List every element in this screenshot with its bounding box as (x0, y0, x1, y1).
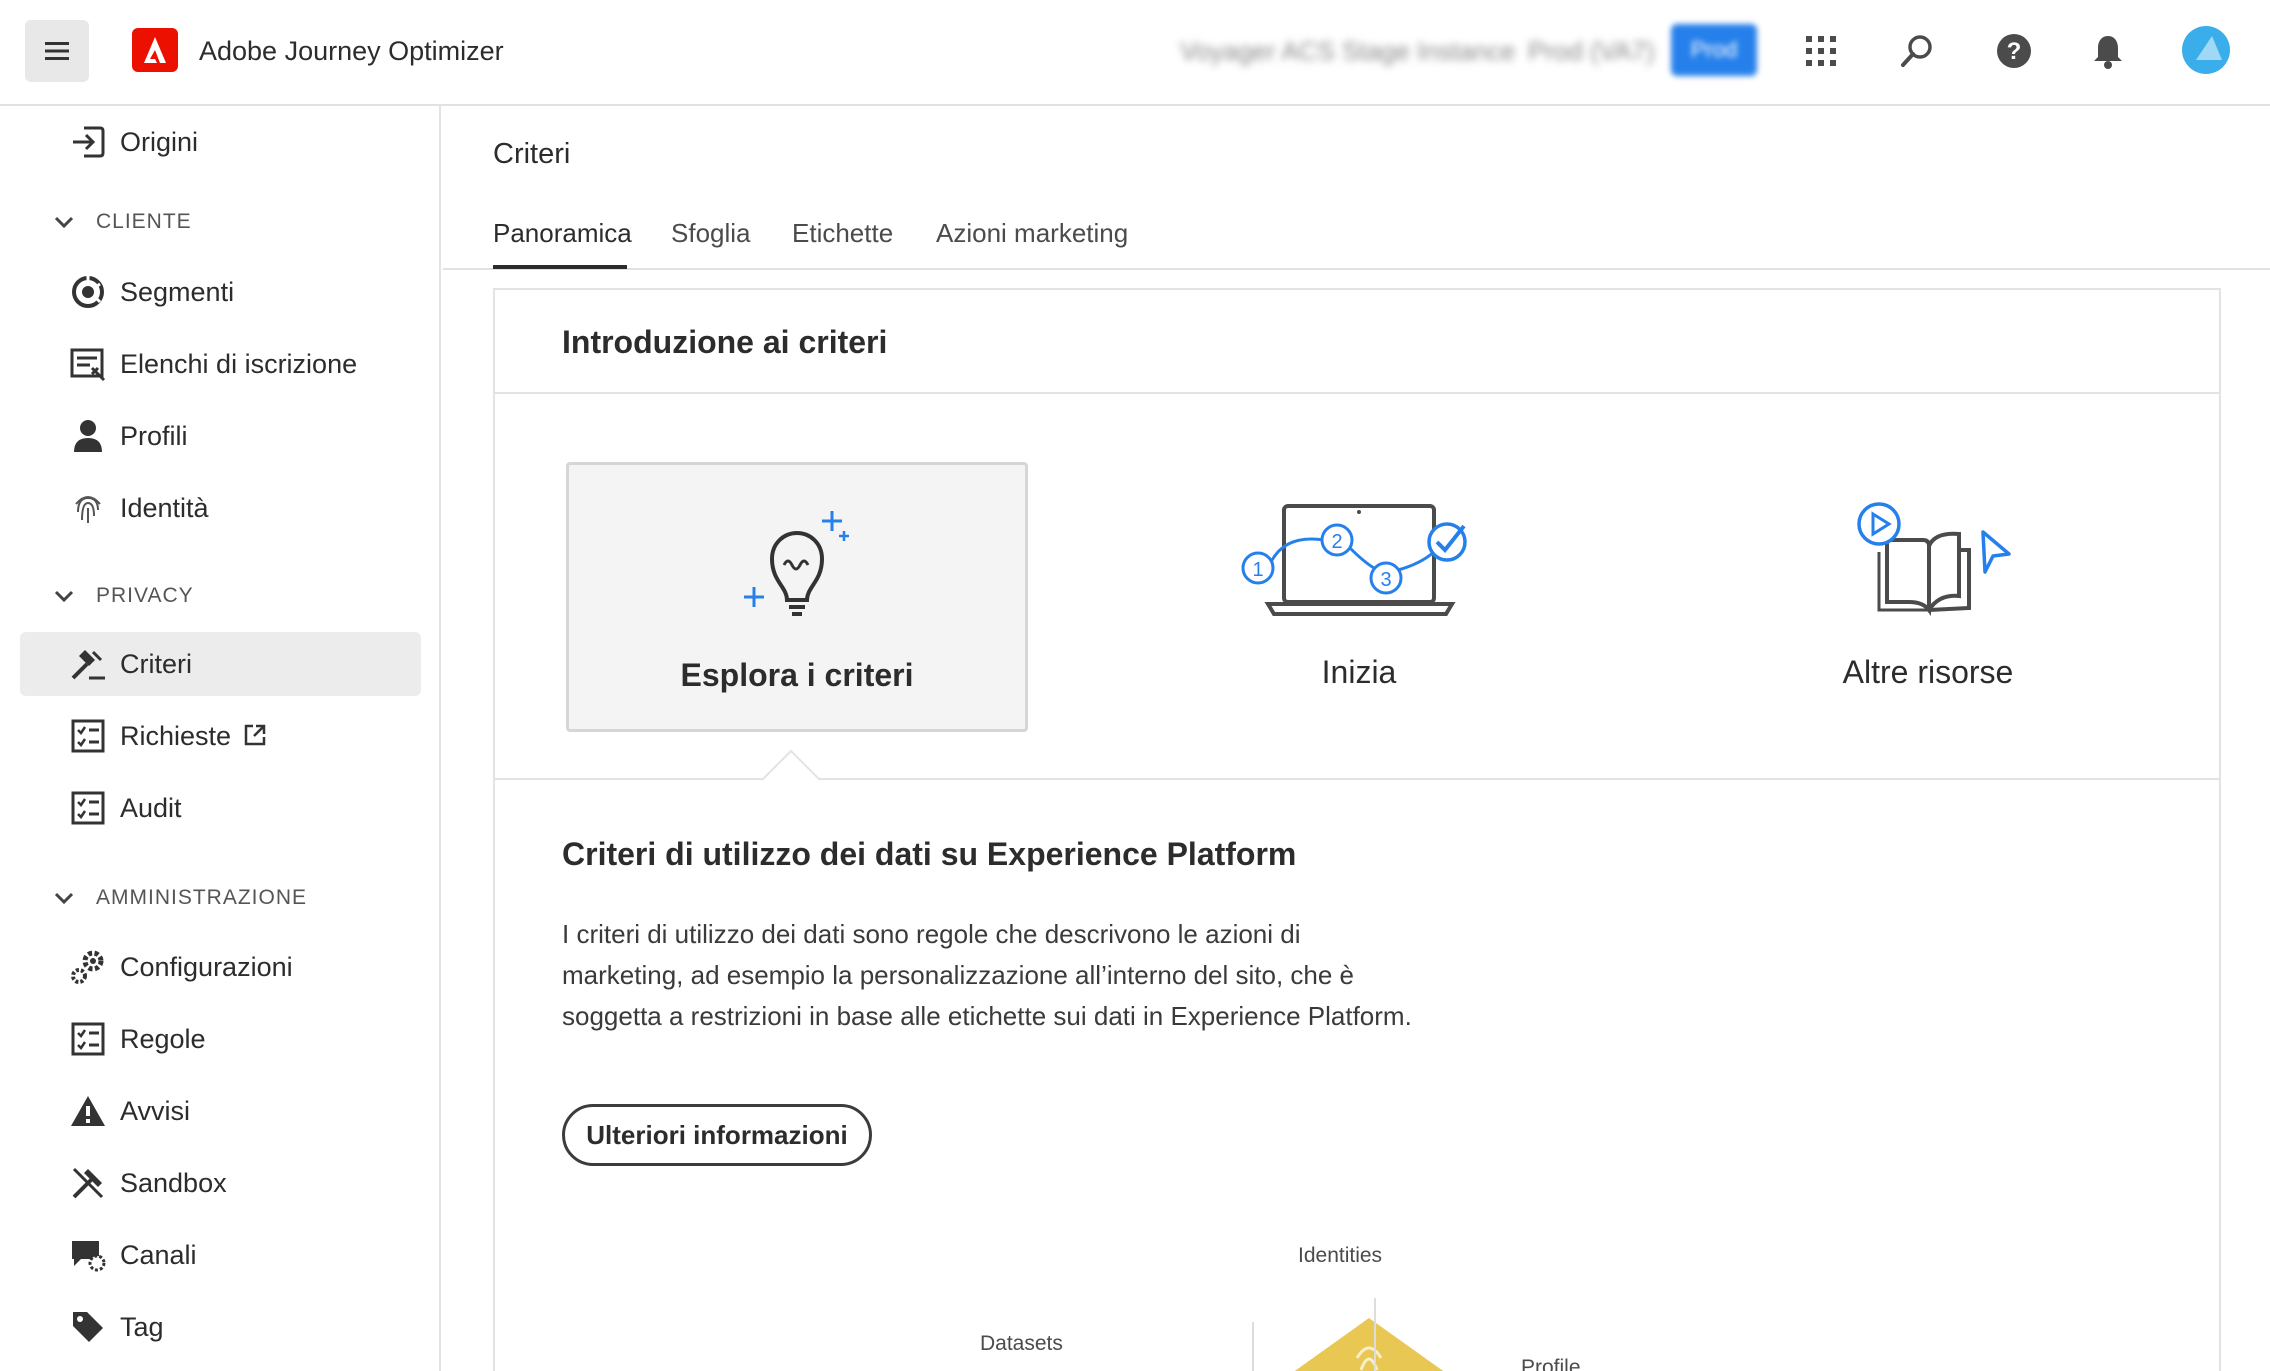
checklist-icon (68, 716, 108, 756)
diagram-label-identities: Identities (1298, 1244, 1383, 1267)
sidebar-item-label: Identità (120, 492, 209, 523)
lightbulb-icon (744, 511, 849, 616)
sidebar-item-elenchi-di-iscrizione[interactable]: Elenchi di iscrizione (20, 332, 421, 396)
page-title: Criteri (493, 138, 571, 170)
adobe-logo[interactable] (132, 28, 178, 72)
sidebar-item-tag[interactable]: Tag (20, 1295, 421, 1359)
menu-icon[interactable] (25, 20, 89, 82)
sidebar-item-label: Sandbox (120, 1167, 227, 1198)
sidebar-item-regole[interactable]: Regole (20, 1007, 421, 1071)
sidebar-item-label: Configurazioni (120, 951, 293, 982)
book-icon (1857, 502, 2011, 616)
sidebar-item-criteri[interactable]: Criteri (20, 632, 421, 696)
tab-sfoglia[interactable]: Sfoglia (671, 218, 751, 249)
sidebar-item-richieste[interactable]: Richieste (20, 704, 421, 768)
sidebar-item-audit[interactable]: Audit (20, 776, 421, 840)
sidebar-item-profili[interactable]: Profili (20, 404, 421, 468)
svg-text:3: 3 (1380, 569, 1391, 591)
tile-esplora-criteri[interactable]: Esplora i criteri (566, 462, 1028, 732)
intro-card: Introduzione ai criteri Esplora i criter… (493, 288, 2221, 1371)
avatar[interactable] (2182, 26, 2230, 74)
diagram-label-datasets: Datasets (980, 1332, 1063, 1355)
sidebar-item-label: Audit (120, 792, 182, 823)
section-cliente[interactable]: CLIENTE (52, 202, 192, 242)
checklist-icon (68, 1019, 108, 1059)
gears-icon (68, 947, 108, 987)
env-badge[interactable]: Prod (1671, 24, 1757, 76)
sidebar-item-label: Avvisi (120, 1095, 191, 1126)
tab-panoramica[interactable]: Panoramica (493, 218, 632, 249)
policy-diagram (1252, 1298, 1444, 1371)
sources-icon (68, 122, 108, 162)
sidebar-item-label: Canali (120, 1239, 197, 1270)
section-divider (495, 778, 2219, 780)
alert-icon (68, 1091, 108, 1131)
section-amministrazione[interactable]: AMMINISTRAZIONE (52, 878, 307, 918)
section-label: AMMINISTRAZIONE (96, 886, 308, 909)
laptop-steps-icon: 1 2 3 (1241, 504, 1467, 616)
external-link-icon[interactable] (242, 722, 268, 748)
active-tab-indicator (493, 265, 627, 269)
checklist-icon (68, 788, 108, 828)
channels-icon (68, 1235, 108, 1275)
notifications-icon[interactable] (2085, 28, 2131, 74)
sidebar-item-configurazioni[interactable]: Configurazioni (20, 935, 421, 999)
subscription-lists-icon (68, 344, 108, 384)
section-label: PRIVACY (96, 584, 194, 607)
top-header: Adobe Journey Optimizer Voyager ACS Stag… (0, 0, 2270, 106)
sidebar-item-avvisi[interactable]: Avvisi (20, 1079, 421, 1143)
card-title: Introduzione ai criteri (562, 324, 888, 360)
app-title[interactable]: Adobe Journey Optimizer (199, 36, 504, 67)
svg-text:?: ? (2007, 38, 2022, 65)
section-body: I criteri di utilizzo dei dati sono rego… (562, 919, 1412, 1031)
sidebar-item-label: Elenchi di iscrizione (120, 348, 358, 379)
org-name[interactable]: Voyager ACS Stage Instance (1180, 36, 1515, 67)
tabs-divider (443, 268, 2270, 270)
tab-azioni-marketing[interactable]: Azioni marketing (936, 218, 1128, 249)
selected-tile-pointer (762, 749, 820, 781)
tab-etichette[interactable]: Etichette (792, 218, 893, 249)
sidebar-item-label: Segmenti (120, 276, 235, 307)
section-privacy[interactable]: PRIVACY (52, 576, 194, 616)
app-switcher-icon[interactable] (1798, 28, 1844, 74)
policies-icon (68, 644, 108, 684)
tile-label: Inizia (1321, 654, 1397, 690)
tile-altre-risorse[interactable]: Altre risorse (1697, 462, 2159, 732)
diagram-label-profile: Profile (1521, 1356, 1581, 1371)
sidebar-item-segmenti[interactable]: Segmenti (20, 260, 421, 324)
sidebar-item-label: Profili (120, 420, 188, 451)
tile-label: Altre risorse (1842, 654, 2014, 690)
sidebar-item-identita[interactable]: Identità (20, 476, 421, 540)
tile-label: Esplora i criteri (680, 657, 914, 693)
card-divider (495, 392, 2219, 394)
sidebar: Origini CLIENTE Segmenti Elenchi di iscr… (0, 106, 441, 1371)
sidebar-item-label: Tag (120, 1311, 164, 1342)
sidebar-item-label: Richieste (120, 720, 232, 751)
chevron-down-icon (54, 590, 74, 603)
fingerprint-icon (68, 488, 108, 528)
sidebar-item-sandbox[interactable]: Sandbox (20, 1151, 421, 1215)
tag-icon (68, 1307, 108, 1347)
chevron-down-icon (54, 216, 74, 229)
sidebar-item-origini[interactable]: Origini (20, 110, 421, 174)
search-icon[interactable] (1894, 28, 1940, 74)
sidebar-item-label: Regole (120, 1023, 206, 1054)
chevron-down-icon (54, 892, 74, 905)
sandbox-icon (68, 1163, 108, 1203)
help-icon[interactable]: ? (1991, 28, 2037, 74)
tile-inizia[interactable]: 1 2 3 Inizia (1128, 462, 1590, 732)
svg-text:1: 1 (1252, 559, 1263, 581)
section-label: CLIENTE (96, 210, 192, 233)
learn-more-button[interactable]: Ulteriori informazioni (562, 1104, 872, 1166)
profile-icon (68, 416, 108, 456)
sidebar-item-label: Criteri (120, 648, 192, 679)
svg-text:2: 2 (1331, 531, 1342, 553)
sidebar-item-canali[interactable]: Canali (20, 1223, 421, 1287)
section-title: Criteri di utilizzo dei dati su Experien… (562, 836, 1297, 872)
sidebar-item-label: Origini (120, 126, 199, 157)
sandbox-name[interactable]: Prod (VA7) (1528, 36, 1655, 67)
segments-icon (68, 272, 108, 312)
